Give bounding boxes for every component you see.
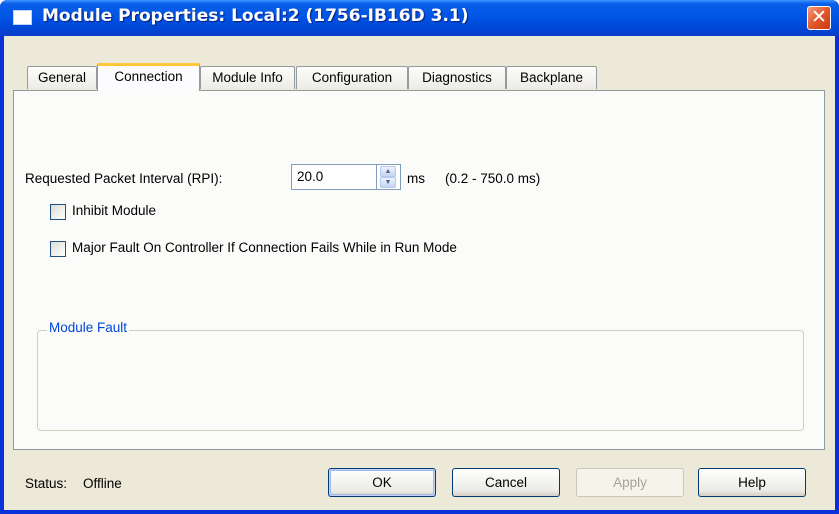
dialog-body: General Connection Module Info Configura… (4, 36, 835, 510)
window-title: Module Properties: Local:2 (1756-IB16D 3… (42, 6, 469, 26)
major-fault-checkbox[interactable] (50, 241, 66, 257)
major-fault-label[interactable]: Major Fault On Controller If Connection … (72, 240, 457, 255)
window-icon (13, 10, 32, 25)
tab-backplane[interactable]: Backplane (506, 66, 597, 89)
spin-down-arrow-icon[interactable]: ▼ (380, 177, 396, 188)
title-bar[interactable]: Module Properties: Local:2 (1756-IB16D 3… (0, 0, 839, 36)
tab-connection[interactable]: Connection (97, 63, 200, 91)
inhibit-module-checkbox[interactable] (50, 204, 66, 220)
tab-general[interactable]: General (27, 66, 97, 89)
apply-button[interactable]: Apply (576, 468, 684, 497)
module-properties-window: Module Properties: Local:2 (1756-IB16D 3… (0, 0, 839, 514)
connection-tab-panel: Requested Packet Interval (RPI): 20.0 ▲ … (13, 90, 825, 450)
ok-button[interactable]: OK (328, 468, 436, 497)
rpi-unit: ms (407, 171, 425, 186)
rpi-input[interactable]: 20.0 (291, 164, 377, 190)
module-fault-legend: Module Fault (47, 320, 130, 335)
rpi-label: Requested Packet Interval (RPI): (25, 171, 223, 186)
inhibit-module-label[interactable]: Inhibit Module (72, 203, 156, 218)
status-label: Status: (25, 476, 68, 491)
help-button[interactable]: Help (698, 468, 806, 497)
rpi-range: (0.2 - 750.0 ms) (445, 171, 541, 186)
tab-diagnostics[interactable]: Diagnostics (408, 66, 506, 89)
close-button[interactable]: ✕ (807, 6, 831, 30)
status-value: Offline (83, 476, 122, 491)
tab-module-info[interactable]: Module Info (200, 66, 295, 89)
rpi-spinner[interactable]: ▲ ▼ (377, 164, 401, 190)
spin-up-arrow-icon[interactable]: ▲ (380, 166, 396, 177)
cancel-button[interactable]: Cancel (452, 468, 560, 497)
module-fault-group (37, 330, 804, 431)
tab-configuration[interactable]: Configuration (296, 66, 408, 89)
